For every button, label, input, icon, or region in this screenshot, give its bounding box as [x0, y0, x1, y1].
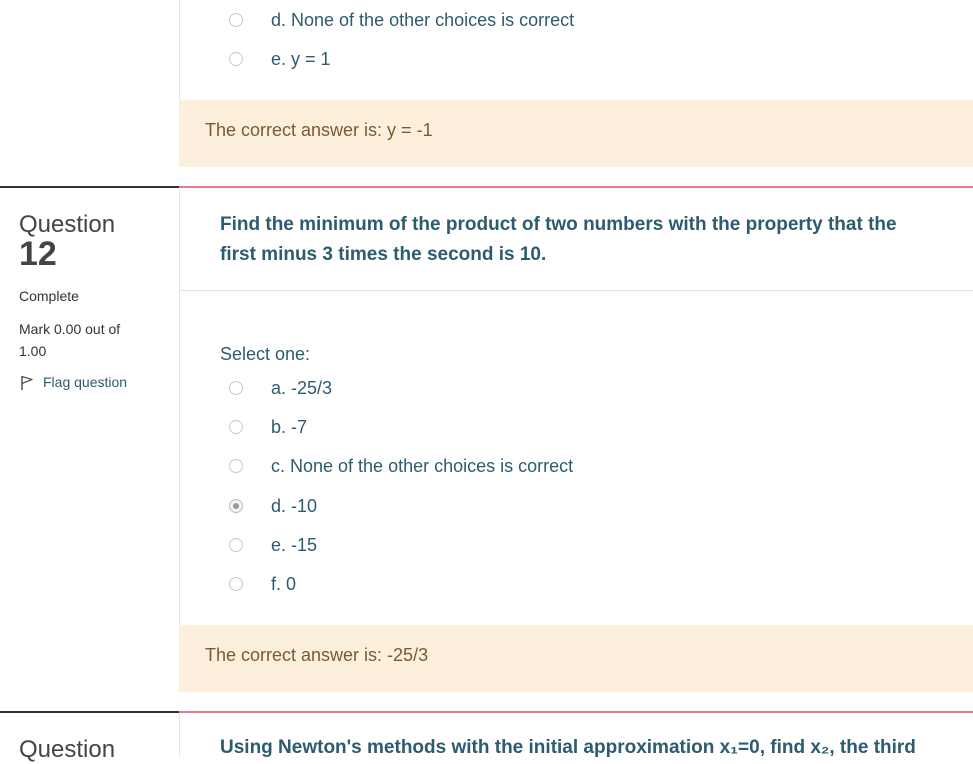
radio-option-f[interactable]: [229, 577, 243, 591]
radio-option-d-prev[interactable]: [229, 13, 243, 27]
question-number: 12: [19, 235, 57, 273]
question-text-line: first minus 3 times the second is 10.: [220, 244, 547, 265]
column-divider: [179, 188, 180, 625]
question-status: Complete: [19, 288, 79, 304]
option-label: d. -10: [271, 496, 318, 516]
question-separator: [0, 711, 179, 713]
radio-option-e[interactable]: [229, 538, 243, 552]
question-separator: [179, 186, 973, 188]
option-label: b. -7: [271, 417, 308, 437]
question-text: Using Newton's methods with the initial …: [220, 737, 916, 758]
question-separator: [0, 186, 179, 188]
feedback-box: The correct answer is: y = -1: [179, 100, 973, 167]
question-text-divider: [179, 290, 973, 291]
question-label: Question: [19, 736, 116, 763]
radio-option-a[interactable]: [229, 381, 243, 395]
question-mark: Mark 0.00 out of: [19, 321, 121, 337]
option-label: e. -15: [271, 535, 318, 555]
radio-option-d[interactable]: [229, 499, 243, 513]
question-mark-value: 1.00: [19, 343, 47, 359]
option-label: e. y = 1: [271, 49, 331, 69]
column-divider: [179, 713, 180, 756]
option-label: a. -25/3: [271, 378, 333, 398]
radio-option-e-prev[interactable]: [229, 52, 243, 66]
option-label: f. 0: [271, 574, 297, 594]
column-divider: [179, 0, 180, 100]
question-text: Find the minimum of the product of two n…: [220, 210, 940, 270]
option-label: d. None of the other choices is correct: [271, 10, 575, 30]
question-separator: [179, 711, 973, 713]
select-one-prompt: Select one:: [220, 344, 311, 364]
question-text-line: Find the minimum of the product of two n…: [220, 214, 897, 235]
flag-question-label: Flag question: [43, 374, 128, 390]
correct-answer-text: The correct answer is: -25/3: [205, 645, 429, 665]
radio-option-c[interactable]: [229, 459, 243, 473]
feedback-box: The correct answer is: -25/3: [179, 625, 973, 692]
option-label: c. None of the other choices is correct: [271, 456, 574, 476]
radio-option-b[interactable]: [229, 420, 243, 434]
correct-answer-text: The correct answer is: y = -1: [205, 120, 433, 140]
flag-icon: [21, 375, 33, 390]
